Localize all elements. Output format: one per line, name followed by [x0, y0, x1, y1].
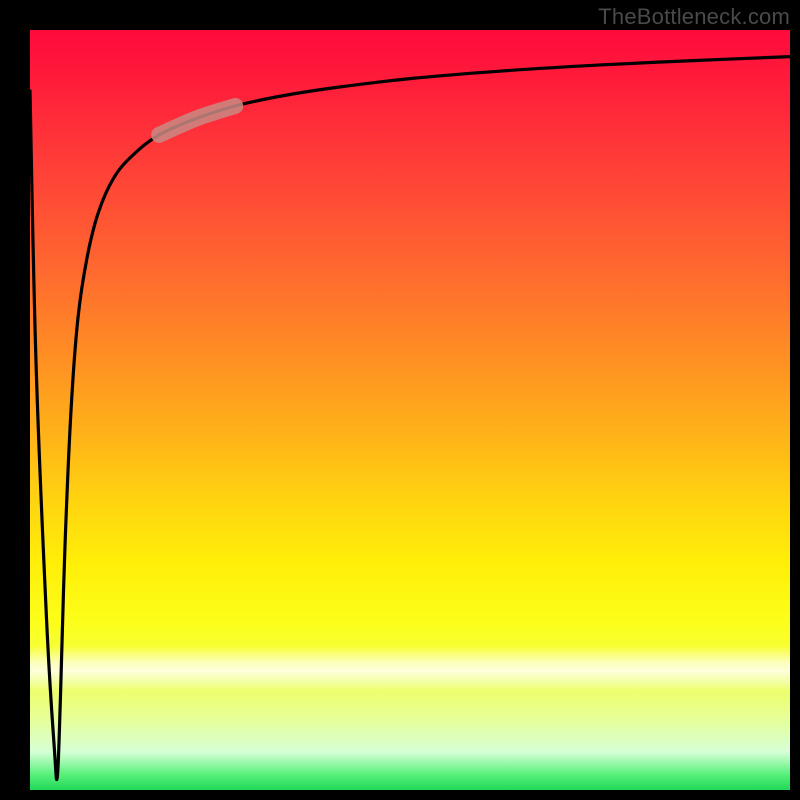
- curve-highlight-segment: [159, 106, 235, 135]
- bottleneck-curve: [30, 57, 790, 780]
- chart-frame: TheBottleneck.com: [0, 0, 800, 800]
- attribution-text: TheBottleneck.com: [598, 4, 790, 30]
- curve-layer: [30, 30, 790, 790]
- plot-area: [30, 30, 790, 790]
